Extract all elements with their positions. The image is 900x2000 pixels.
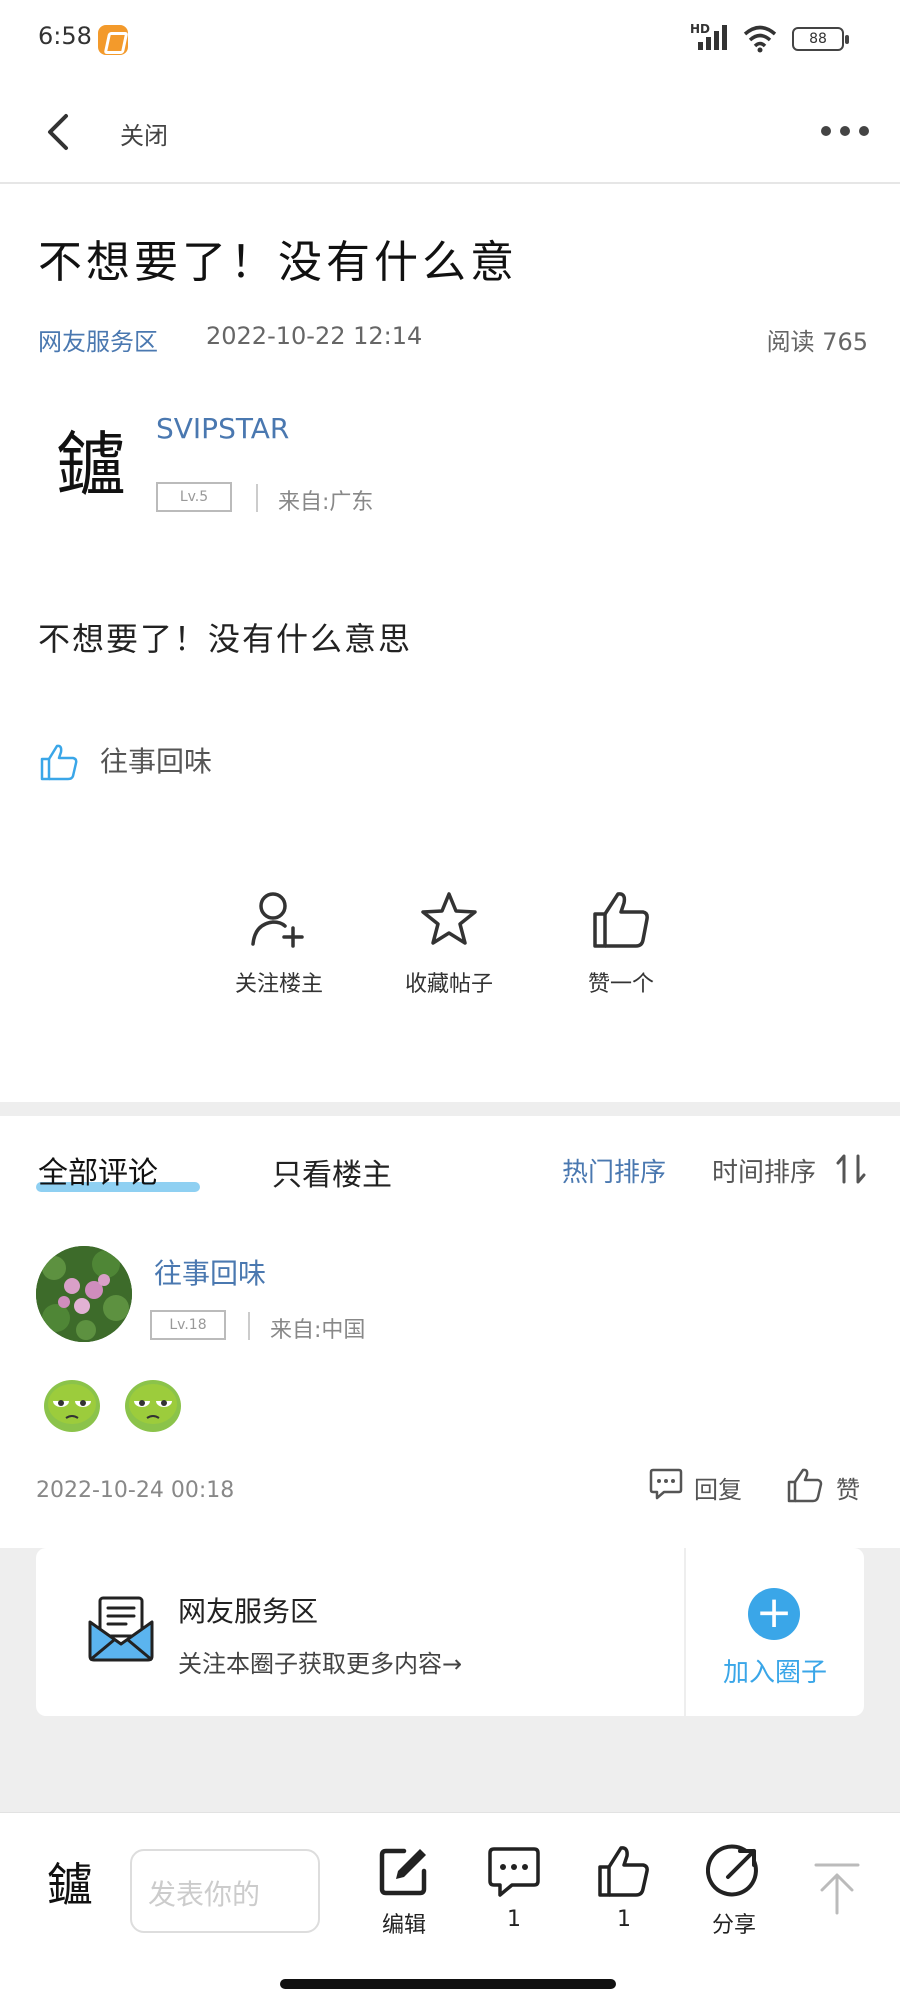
favorite-post-button[interactable]: 收藏帖子: [374, 888, 524, 1018]
join-circle-label: 加入圈子: [722, 1658, 827, 1688]
green-face-sticker: [44, 1380, 100, 1432]
my-avatar[interactable]: 鑪: [40, 1853, 100, 1917]
share-icon: [706, 1844, 758, 1897]
commenter-avatar[interactable]: [36, 1246, 132, 1342]
follow-user-icon: [251, 892, 304, 948]
like-post-button[interactable]: 赞一个: [546, 888, 696, 1018]
signal-icon: [698, 25, 727, 50]
sort-time-button[interactable]: 时间排序: [712, 1152, 816, 1189]
forum-link[interactable]: 网友服务区: [38, 322, 158, 357]
author-location: 来自:广东: [278, 490, 374, 515]
follow-author-label: 关注楼主: [234, 972, 323, 997]
bottom-bar: 鑪 发表你的 编辑 1 1 分享: [0, 1812, 900, 2000]
post-body: 不想要了！没有什么意思: [38, 620, 413, 658]
tab-op-only[interactable]: 只看楼主: [272, 1150, 392, 1194]
status-time: 6:58: [38, 22, 92, 50]
like-count-button[interactable]: 1: [584, 1843, 664, 1953]
thumbs-up-icon: [787, 1468, 823, 1503]
section-divider: [0, 1102, 900, 1116]
commenter-level-badge: Lv.18: [150, 1310, 226, 1340]
commenter-location: 来自:中国: [270, 1318, 366, 1343]
app-notification-icon: [98, 25, 128, 55]
chat-bubble-icon: [488, 1847, 540, 1897]
top-nav: 关闭: [0, 80, 900, 184]
wifi-icon: [743, 25, 777, 53]
more-options-icon[interactable]: [820, 116, 870, 146]
share-button[interactable]: 分享: [694, 1843, 774, 1953]
like-label: 赞: [836, 1476, 860, 1504]
commenter-name[interactable]: 往事回味: [154, 1252, 266, 1292]
thumbs-up-icon: [598, 1846, 649, 1897]
follow-author-button[interactable]: 关注楼主: [204, 888, 354, 1018]
thumbs-up-icon: [40, 744, 78, 781]
read-count: 阅读 765: [766, 328, 868, 356]
join-circle-button[interactable]: + 加入圈子: [686, 1548, 864, 1716]
share-label: 分享: [711, 1913, 756, 1938]
comment-count: 1: [507, 1907, 521, 1932]
post-meta: 网友服务区 2022-10-22 12:14 阅读 765: [38, 322, 868, 358]
comment-stickers: [38, 1368, 195, 1440]
post-title: 不想要了！没有什么意: [38, 237, 518, 288]
circle-section: 网友服务区 关注本圈子获取更多内容→ + 加入圈子: [0, 1548, 900, 1812]
author-level-badge: Lv.5: [156, 482, 232, 512]
edit-label: 编辑: [381, 1913, 426, 1938]
back-to-top-icon[interactable]: [812, 1861, 862, 1917]
reply-label: 回复: [694, 1476, 742, 1504]
sort-order-icon[interactable]: [834, 1152, 868, 1186]
liked-by-user[interactable]: 往事回味: [100, 740, 212, 780]
back-arrow-icon[interactable]: [40, 110, 80, 154]
close-button[interactable]: 关闭: [120, 116, 168, 151]
clover-flower-photo: [36, 1246, 132, 1342]
like-post-label: 赞一个: [587, 972, 654, 997]
comment-tabs: 全部评论 只看楼主 热门排序 时间排序: [0, 1140, 900, 1200]
comment-count-button[interactable]: 1: [474, 1843, 554, 1953]
plus-icon: +: [748, 1588, 800, 1640]
edit-button[interactable]: 编辑: [364, 1843, 444, 1953]
circle-subtitle[interactable]: 关注本圈子获取更多内容→: [178, 1644, 462, 1679]
sort-hot-button[interactable]: 热门排序: [562, 1152, 666, 1189]
thumbs-up-icon: [593, 892, 649, 948]
comment-time: 2022-10-24 00:18: [36, 1478, 235, 1503]
edit-icon: [379, 1848, 427, 1896]
home-indicator[interactable]: [280, 1979, 616, 1989]
like-count: 1: [617, 1907, 631, 1932]
author-avatar[interactable]: 鑪: [46, 420, 136, 510]
favorite-post-label: 收藏帖子: [404, 972, 493, 997]
green-face-sticker: [125, 1380, 182, 1432]
tab-all-comments[interactable]: 全部评论: [38, 1148, 158, 1192]
divider: [248, 1312, 250, 1340]
circle-card[interactable]: 网友服务区 关注本圈子获取更多内容→ + 加入圈子: [36, 1548, 864, 1716]
divider: [256, 484, 258, 512]
chat-bubble-icon: [649, 1468, 683, 1500]
comment-input[interactable]: 发表你的: [130, 1849, 320, 1933]
post-actions: 关注楼主 收藏帖子 赞一个: [0, 888, 900, 1028]
post-date: 2022-10-22 12:14: [206, 322, 423, 350]
author-name[interactable]: SVIPSTAR: [156, 412, 289, 445]
battery-icon: 88: [792, 27, 849, 51]
circle-name: 网友服务区: [178, 1595, 319, 1628]
comment-item: 往事回味 Lv.18 来自:中国 2022-10-24 00:18 回复 赞: [0, 1240, 900, 1510]
star-icon: [421, 892, 477, 945]
envelope-icon: [88, 1596, 154, 1662]
author-block: 鑪 SVIPSTAR Lv.5 来自:广东: [38, 400, 858, 520]
status-bar: 6:58 HD 88: [0, 0, 900, 80]
